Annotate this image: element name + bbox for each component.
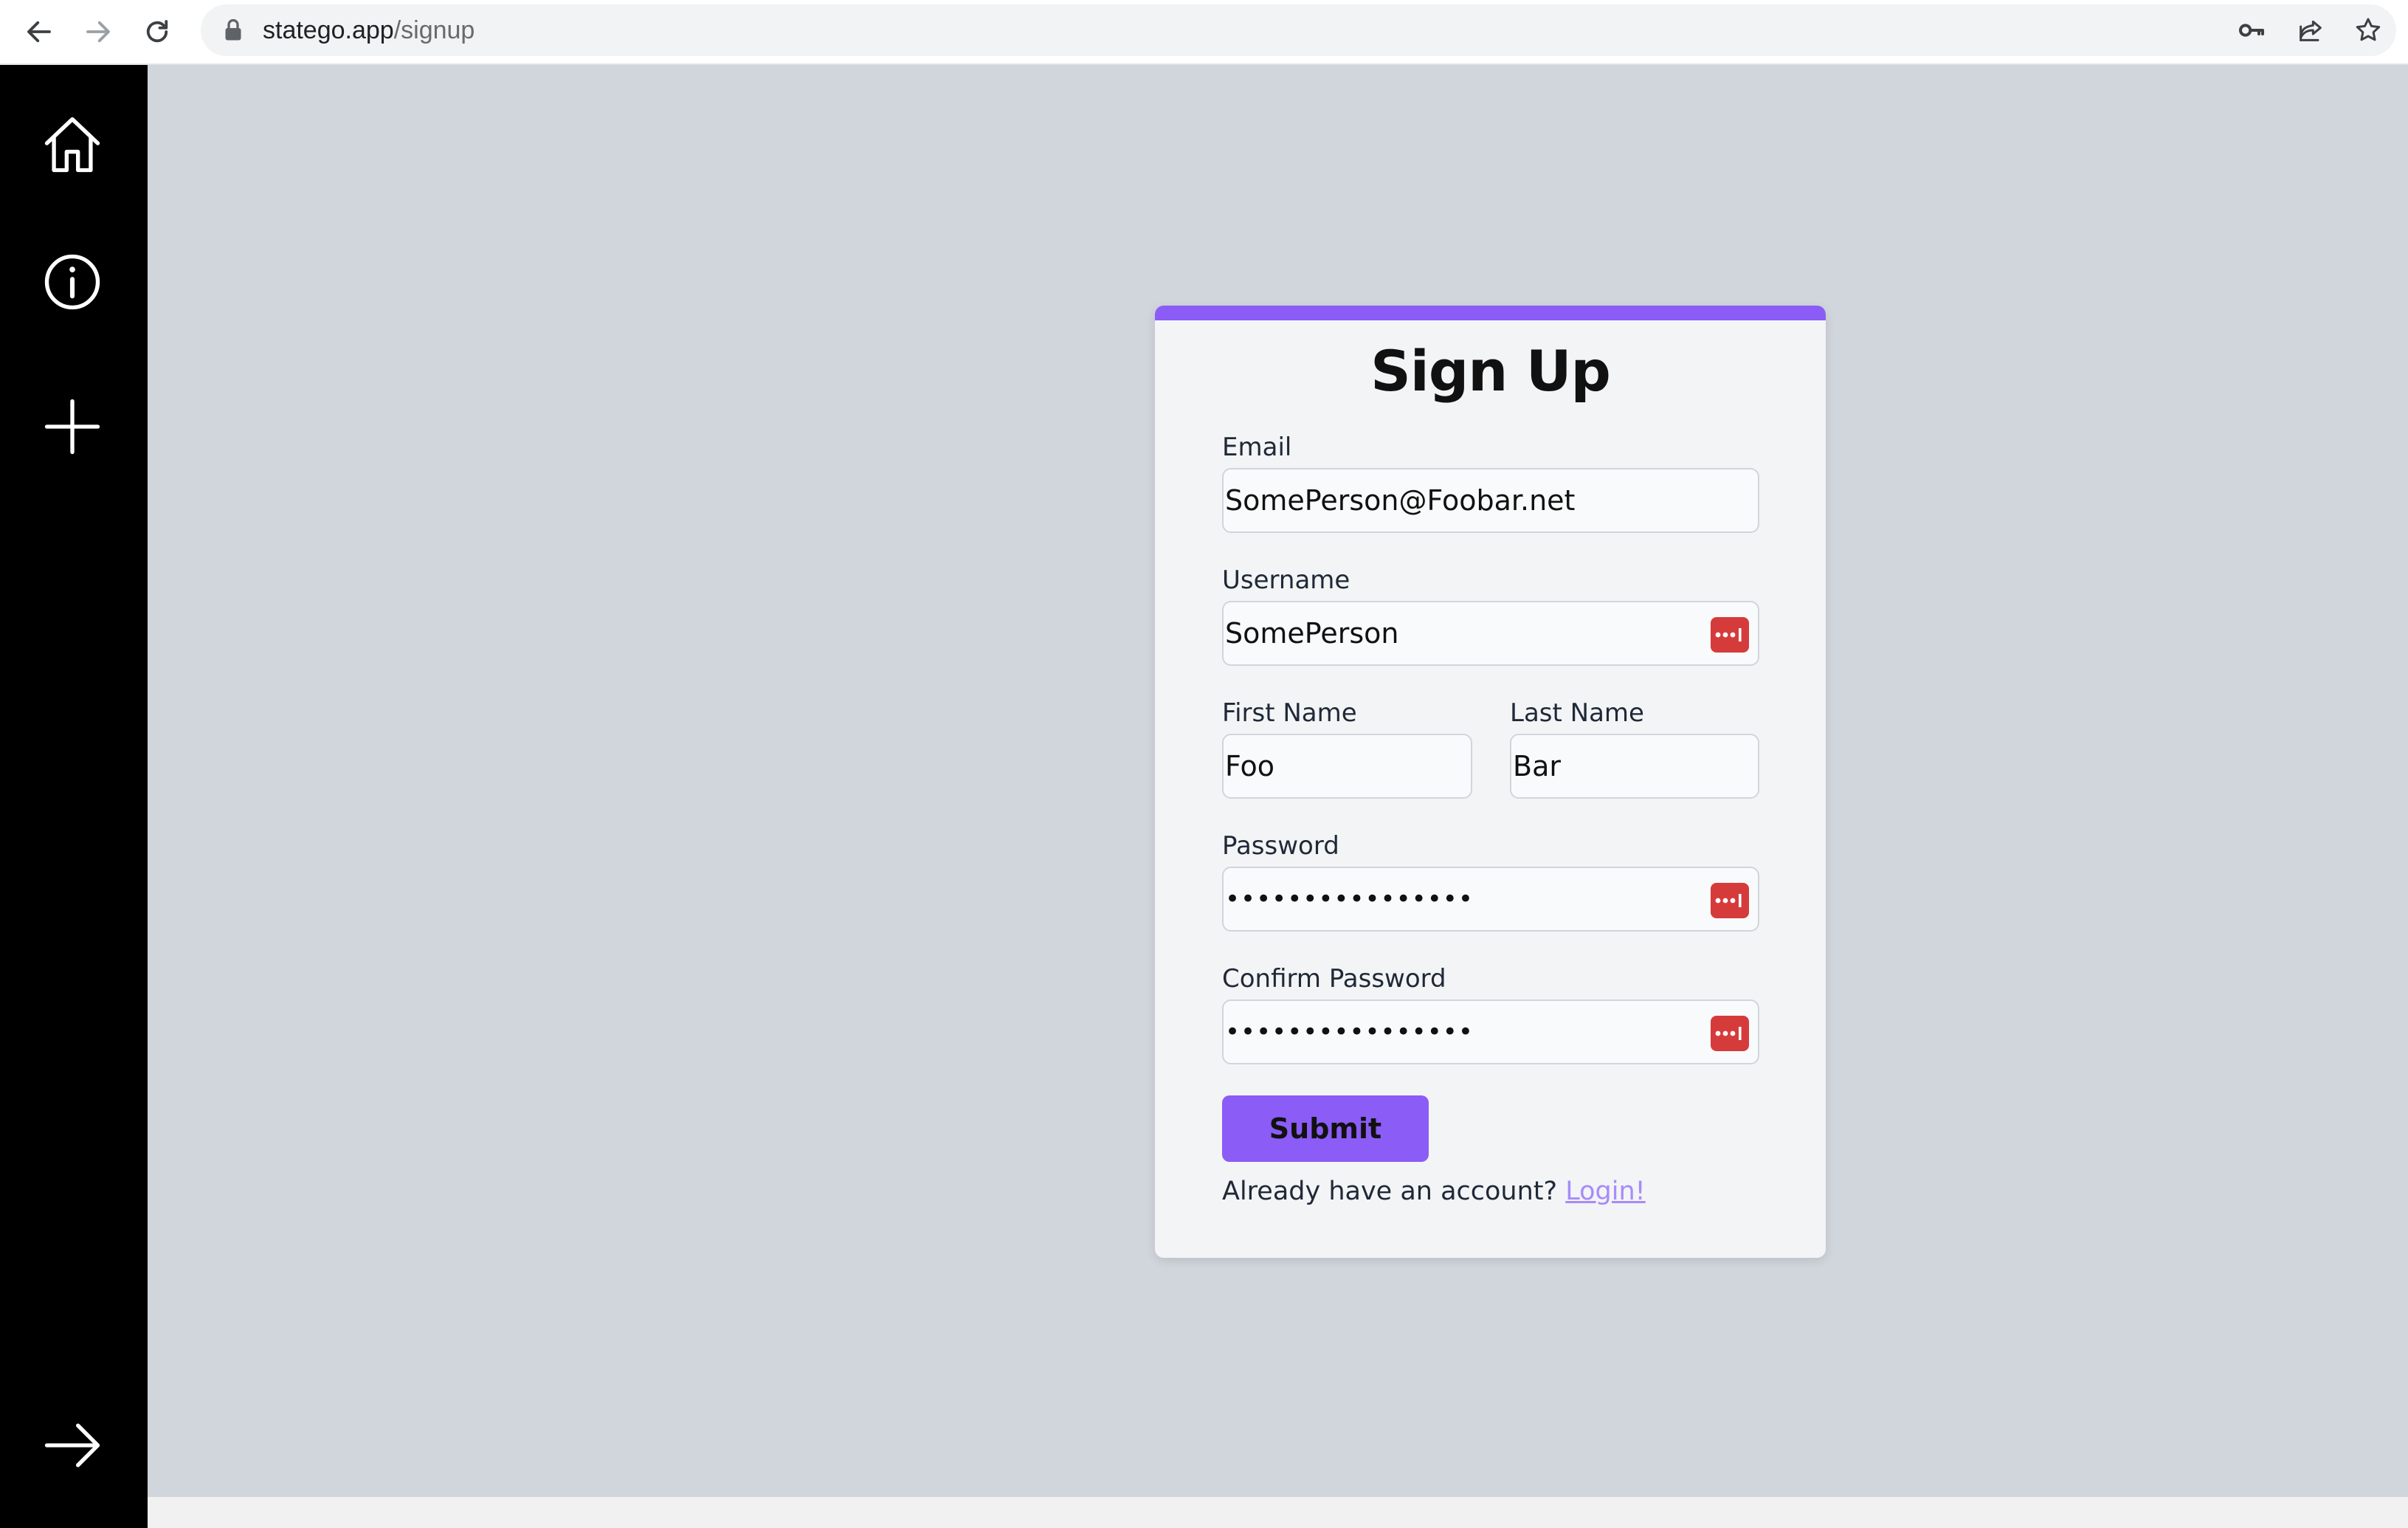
bookmark-button[interactable] [2350, 13, 2386, 48]
key-icon [2239, 24, 2264, 37]
info-icon [44, 254, 100, 310]
page-title: Sign Up [1370, 338, 1611, 404]
email-input[interactable] [1224, 469, 1758, 531]
back-arrow-icon [27, 21, 51, 43]
login-prompt-text: Already have an account? [1222, 1177, 1558, 1206]
password-manager-button[interactable] [1711, 617, 1749, 653]
submit-button[interactable]: Submit [1222, 1095, 1429, 1162]
first-name-label: First Name [1222, 698, 1357, 728]
last-name-label: Last Name [1510, 698, 1644, 728]
horizontal-scrollbar[interactable] [148, 1497, 2408, 1528]
login-prompt: Already have an account? Login! [1222, 1177, 1646, 1206]
reload-button[interactable] [134, 9, 180, 55]
email-label: Email [1222, 433, 1292, 462]
confirm-password-field[interactable] [1222, 999, 1759, 1064]
username-field[interactable] [1222, 601, 1759, 666]
address-bar[interactable]: statego.app/signup [201, 4, 2396, 56]
password-input[interactable] [1224, 868, 1758, 930]
sidebar [0, 65, 148, 1528]
password-field[interactable] [1222, 867, 1759, 932]
reload-icon [146, 20, 168, 43]
last-name-input[interactable] [1511, 735, 1758, 797]
confirm-password-label: Confirm Password [1222, 964, 1446, 994]
login-link[interactable]: Login! [1565, 1177, 1645, 1206]
url-host: statego.app [263, 16, 394, 44]
password-manager-icon [1715, 1027, 1742, 1040]
username-input[interactable] [1224, 602, 1758, 664]
password-key-button[interactable] [2234, 13, 2269, 48]
sidebar-item-home[interactable] [35, 108, 109, 182]
username-label: Username [1222, 565, 1350, 595]
browser-toolbar: statego.app/signup [0, 0, 2408, 65]
last-name-field[interactable] [1510, 734, 1759, 799]
star-icon [2356, 18, 2381, 41]
sidebar-item-add[interactable] [35, 390, 109, 464]
password-manager-icon [1715, 628, 1742, 641]
lock-icon [225, 18, 241, 41]
share-icon [2300, 20, 2322, 41]
sidebar-item-info[interactable] [35, 245, 109, 319]
password-label: Password [1222, 831, 1339, 861]
first-name-input[interactable] [1224, 735, 1471, 797]
arrow-right-icon [44, 1423, 100, 1467]
password-manager-button[interactable] [1711, 1016, 1749, 1051]
forward-arrow-icon [86, 21, 110, 43]
first-name-field[interactable] [1222, 734, 1472, 799]
signup-card: Sign Up Email Username First Name Last N… [1155, 306, 1826, 1258]
password-manager-button[interactable] [1711, 883, 1749, 918]
home-icon [44, 117, 100, 173]
url-text[interactable]: statego.app/signup [263, 4, 475, 56]
sidebar-item-login[interactable] [35, 1408, 109, 1482]
share-button[interactable] [2293, 13, 2328, 48]
email-field[interactable] [1222, 468, 1759, 533]
card-accent-bar [1155, 306, 1826, 320]
url-path: /signup [393, 16, 475, 44]
password-manager-icon [1715, 894, 1742, 907]
forward-button[interactable] [75, 9, 121, 55]
confirm-password-input[interactable] [1224, 1001, 1758, 1063]
back-button[interactable] [16, 9, 62, 55]
plus-icon [44, 399, 100, 455]
